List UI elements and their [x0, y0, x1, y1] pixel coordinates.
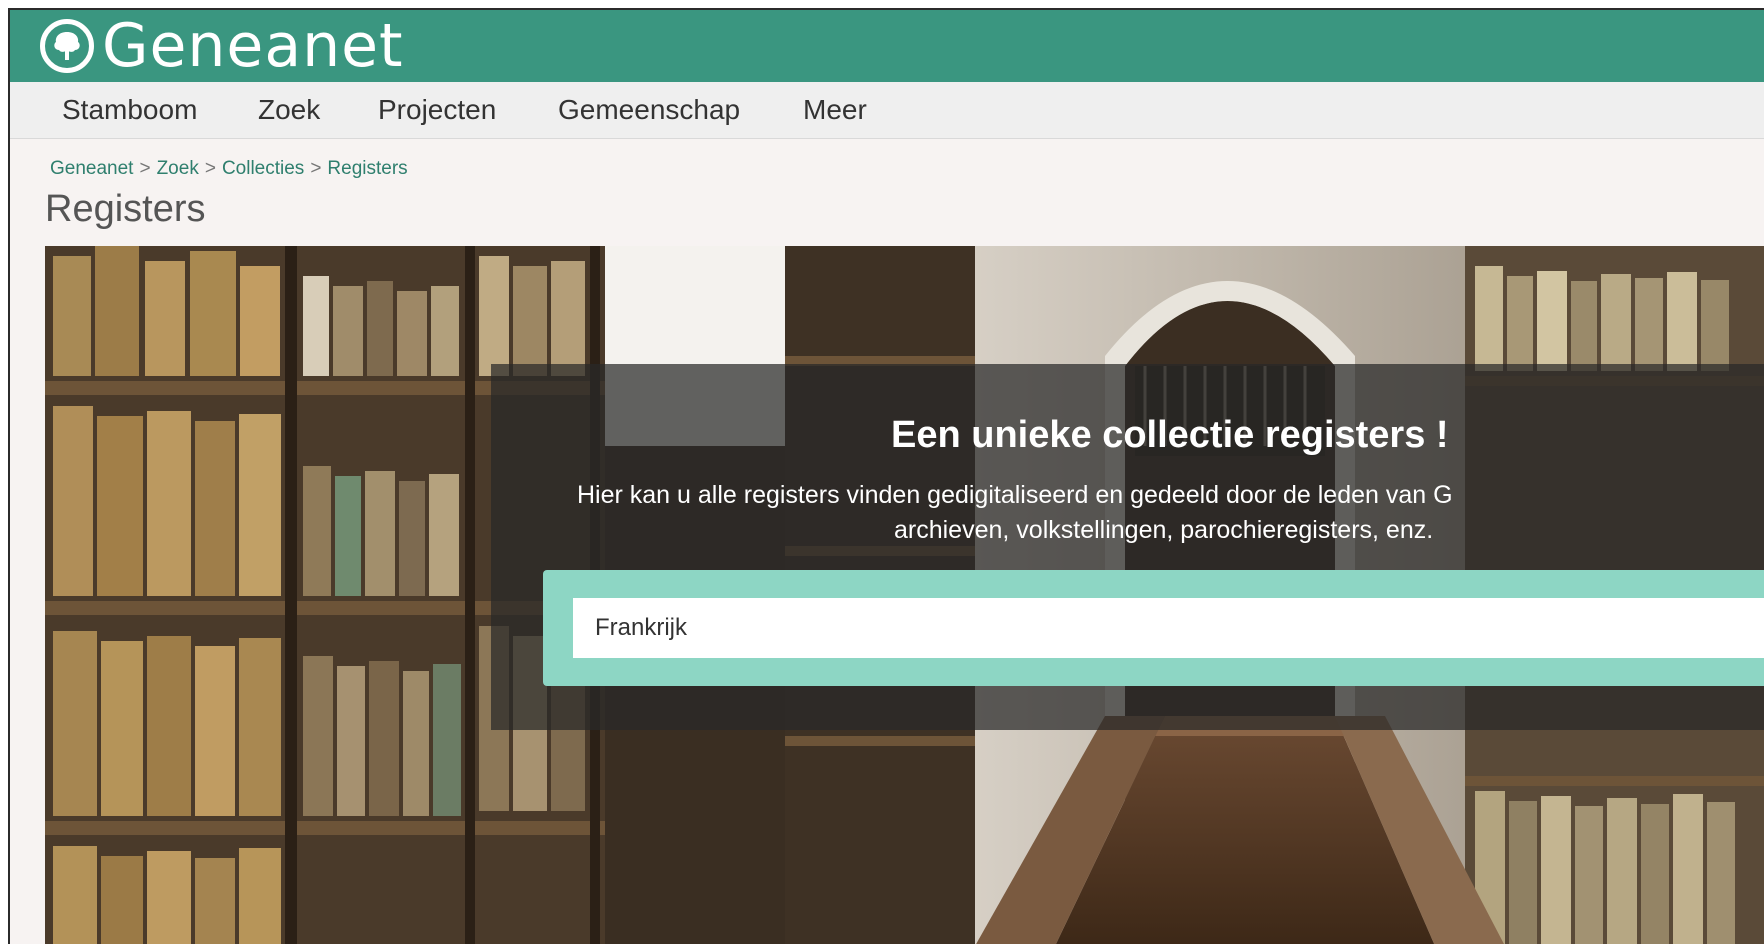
hero-heading: Een unieke collectie registers !: [891, 414, 1449, 456]
hero-overlay: Een unieke collectie registers ! Hier ka…: [491, 364, 1764, 730]
nav-item-meer[interactable]: Meer: [803, 82, 867, 138]
breadcrumb-geneanet[interactable]: Geneanet: [50, 158, 133, 179]
nav-item-stamboom[interactable]: Stamboom: [62, 82, 197, 138]
breadcrumb-zoek[interactable]: Zoek: [157, 158, 199, 179]
browser-viewport: Geneanet Stamboom Zoek Projecten Gemeens…: [8, 8, 1764, 944]
logo-text: Geneanet: [102, 11, 404, 81]
breadcrumb-registers[interactable]: Registers: [327, 158, 407, 179]
nav-item-gemeenschap[interactable]: Gemeenschap: [558, 82, 740, 138]
page-title: Registers: [45, 188, 206, 230]
breadcrumb: Geneanet > Zoek > Collecties > Registers: [50, 158, 408, 180]
geneanet-logo[interactable]: Geneanet: [40, 16, 404, 76]
hero-description-line-2: archieven, volkstellingen, parochieregis…: [894, 516, 1434, 544]
nav-item-projecten[interactable]: Projecten: [378, 82, 496, 138]
tree-icon: [40, 19, 94, 73]
site-header: Geneanet: [10, 10, 1764, 82]
breadcrumb-separator: >: [310, 158, 322, 179]
breadcrumb-separator: >: [139, 158, 151, 179]
search-input[interactable]: [573, 598, 1764, 658]
search-box: [543, 570, 1764, 686]
breadcrumb-separator: >: [204, 158, 216, 179]
hero-banner: Een unieke collectie registers ! Hier ka…: [45, 246, 1764, 944]
nav-item-zoek[interactable]: Zoek: [258, 82, 320, 138]
hero-description-line-1: Hier kan u alle registers vinden gedigit…: [577, 481, 1453, 509]
breadcrumb-collecties[interactable]: Collecties: [222, 158, 304, 179]
hero-description: Hier kan u alle registers vinden gedigit…: [577, 478, 1764, 548]
main-nav: Stamboom Zoek Projecten Gemeenschap Meer: [10, 82, 1764, 139]
